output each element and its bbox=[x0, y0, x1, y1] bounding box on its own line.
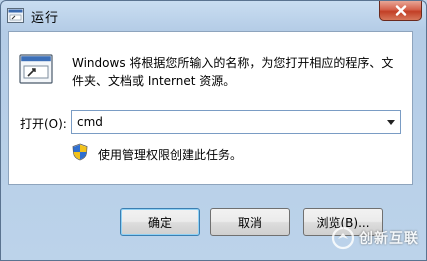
watermark-logo-icon bbox=[331, 226, 355, 250]
cancel-button[interactable]: 取消 bbox=[210, 208, 290, 236]
uac-shield-icon bbox=[72, 143, 88, 161]
run-icon bbox=[7, 8, 24, 23]
window-title: 运行 bbox=[31, 11, 60, 26]
ok-button[interactable]: 确定 bbox=[120, 208, 200, 236]
close-icon bbox=[395, 5, 406, 16]
watermark-text: 创新互联 bbox=[359, 231, 419, 247]
dialog-body: Windows 将根据您所输入的名称，为您打开相应的程序、文件夹、文档或 Int… bbox=[8, 31, 413, 185]
watermark: 创新互联 bbox=[331, 216, 426, 260]
command-combobox[interactable]: cmd bbox=[71, 110, 401, 134]
command-input[interactable]: cmd bbox=[77, 115, 103, 129]
description-text: Windows 将根据您所输入的名称，为您打开相应的程序、文件夹、文档或 Int… bbox=[72, 56, 394, 88]
run-program-icon bbox=[19, 54, 53, 84]
dropdown-arrow-icon[interactable] bbox=[387, 120, 395, 125]
run-dialog: 运行 Windows 将根据您所输入的名称，为您打开相应的程序、文件夹、文档或 … bbox=[0, 0, 427, 261]
open-label: 打开(O): bbox=[20, 117, 67, 131]
title-bar[interactable]: 运行 bbox=[1, 1, 426, 31]
close-button[interactable] bbox=[379, 1, 422, 21]
admin-rights-note: 使用管理权限创建此任务。 bbox=[98, 148, 243, 162]
